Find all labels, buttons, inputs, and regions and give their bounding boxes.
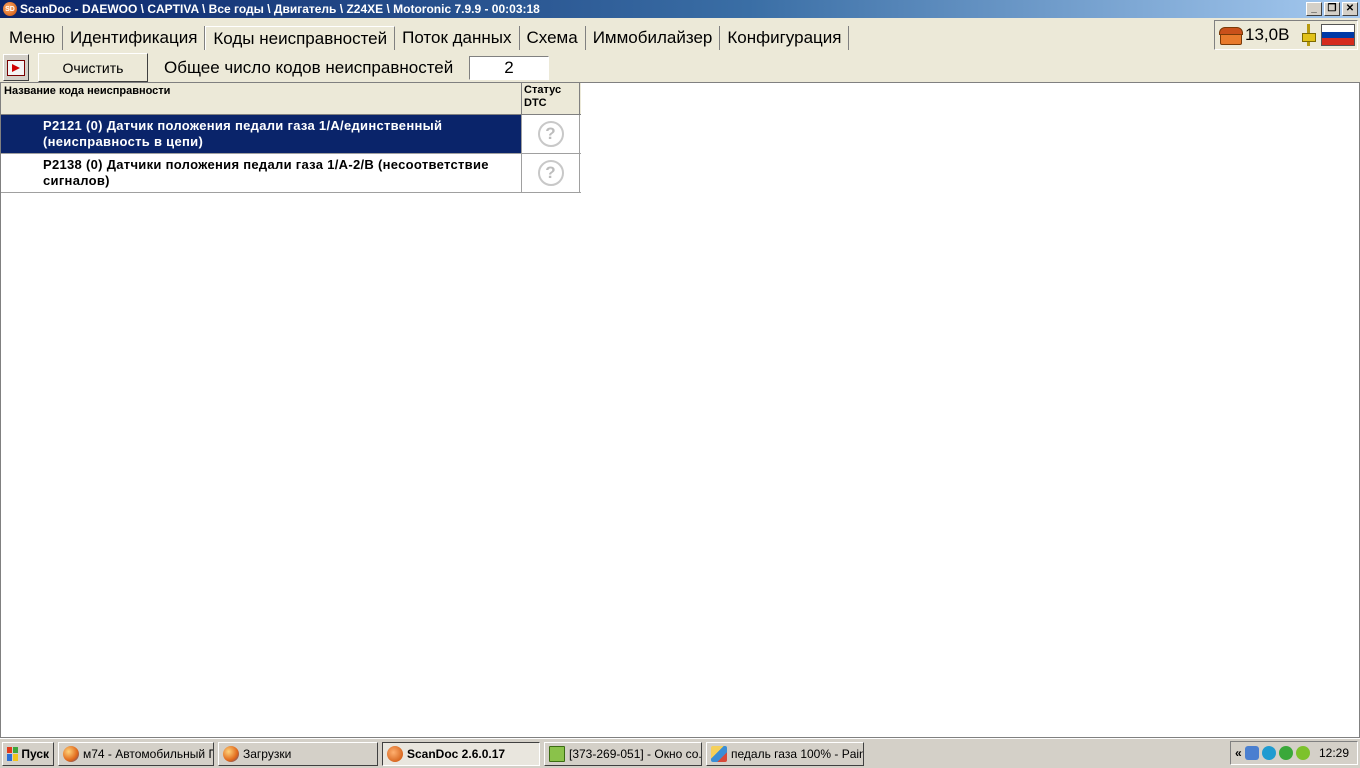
messenger-icon[interactable] bbox=[1295, 746, 1310, 760]
taskbar-item-label: педаль газа 100% - Paint bbox=[731, 746, 864, 761]
taskbar: Пуск м74 - Автомобильный П... Загрузки S… bbox=[0, 738, 1360, 768]
antivirus-icon[interactable] bbox=[1261, 746, 1276, 760]
exit-icon bbox=[7, 59, 25, 76]
phone-icon bbox=[1219, 26, 1243, 45]
start-label: Пуск bbox=[21, 746, 49, 761]
taskbar-item-label: Загрузки bbox=[243, 746, 292, 761]
table-row[interactable]: P2121 (0) Датчик положения педали газа 1… bbox=[1, 115, 581, 154]
scandoc-icon bbox=[387, 745, 403, 762]
start-button[interactable]: Пуск bbox=[2, 741, 54, 766]
taskbar-item-label: ScanDoc 2.6.0.17 bbox=[407, 746, 506, 761]
toolbar: Очистить Общее число кодов неисправносте… bbox=[0, 52, 1360, 82]
taskbar-item-label: [373-269-051] - Окно со... bbox=[569, 746, 702, 761]
paint-icon bbox=[711, 745, 727, 762]
tab-bar: Меню Идентификация Коды неисправностей П… bbox=[0, 18, 1360, 52]
question-icon: ? bbox=[537, 160, 564, 186]
clock[interactable]: 12:29 bbox=[1319, 746, 1349, 760]
tray-expand-button[interactable]: « bbox=[1235, 746, 1242, 760]
tab-scheme[interactable]: Схема bbox=[520, 26, 586, 50]
table-row[interactable]: P2138 (0) Датчики положения педали газа … bbox=[1, 154, 581, 193]
fault-count-value: 2 bbox=[469, 56, 549, 80]
maximize-button[interactable]: ❐ bbox=[1324, 2, 1340, 16]
scandoc-app-icon[interactable]: SD bbox=[3, 2, 17, 16]
fault-code-name: P2121 (0) Датчик положения педали газа 1… bbox=[1, 115, 522, 153]
power-plug-icon bbox=[1301, 24, 1317, 46]
fault-count-label: Общее число кодов неисправностей bbox=[164, 58, 454, 77]
russia-flag-icon[interactable] bbox=[1321, 24, 1355, 46]
taskbar-item-scandoc[interactable]: ScanDoc 2.6.0.17 bbox=[382, 741, 540, 766]
taskbar-item-paint[interactable]: педаль газа 100% - Paint bbox=[706, 741, 864, 766]
voltage-readout: 13,0В bbox=[1245, 25, 1290, 44]
taskbar-item-chat-window[interactable]: [373-269-051] - Окно со... bbox=[544, 741, 702, 766]
fault-code-status: ? bbox=[522, 154, 580, 192]
tab-identification[interactable]: Идентификация bbox=[63, 26, 206, 50]
update-icon[interactable] bbox=[1278, 746, 1293, 760]
title-bar[interactable]: SD ScanDoc - DAEWOO \ CAPTIVA \ Все годы… bbox=[0, 0, 1360, 18]
column-header-name[interactable]: Название кода неисправности bbox=[1, 83, 522, 114]
taskbar-item-label: м74 - Автомобильный П... bbox=[83, 746, 214, 761]
tab-configuration[interactable]: Конфигурация bbox=[720, 26, 850, 50]
tab-data-stream[interactable]: Поток данных bbox=[395, 26, 520, 50]
system-tray: « 12:29 bbox=[1230, 741, 1358, 765]
tab-menu[interactable]: Меню bbox=[2, 26, 63, 50]
network-icon[interactable] bbox=[1244, 746, 1259, 760]
window-title: ScanDoc - DAEWOO \ CAPTIVA \ Все годы \ … bbox=[20, 2, 540, 16]
question-icon: ? bbox=[537, 121, 564, 147]
exit-button[interactable] bbox=[3, 54, 29, 81]
chat-window-icon bbox=[549, 745, 565, 762]
firefox-icon bbox=[63, 745, 79, 762]
taskbar-item-downloads[interactable]: Загрузки bbox=[218, 741, 378, 766]
firefox-icon bbox=[223, 745, 239, 762]
taskbar-item-firefox-forum[interactable]: м74 - Автомобильный П... bbox=[58, 741, 214, 766]
fault-code-status: ? bbox=[522, 115, 580, 153]
windows-logo-icon bbox=[7, 746, 19, 761]
tab-fault-codes[interactable]: Коды неисправностей bbox=[205, 26, 396, 50]
close-button[interactable]: ✕ bbox=[1342, 2, 1358, 16]
clear-codes-button[interactable]: Очистить bbox=[38, 53, 148, 82]
minimize-button[interactable]: _ bbox=[1306, 2, 1322, 16]
fault-codes-panel: Название кода неисправности Статус DTC P… bbox=[0, 82, 1360, 738]
fault-code-name: P2138 (0) Датчики положения педали газа … bbox=[1, 154, 522, 192]
fault-codes-table: Название кода неисправности Статус DTC P… bbox=[1, 83, 581, 193]
tab-immobilizer[interactable]: Иммобилайзер bbox=[586, 26, 721, 50]
column-header-status[interactable]: Статус DTC bbox=[522, 83, 580, 114]
table-header: Название кода неисправности Статус DTC bbox=[1, 83, 581, 115]
connection-status: 13,0В bbox=[1214, 20, 1358, 50]
